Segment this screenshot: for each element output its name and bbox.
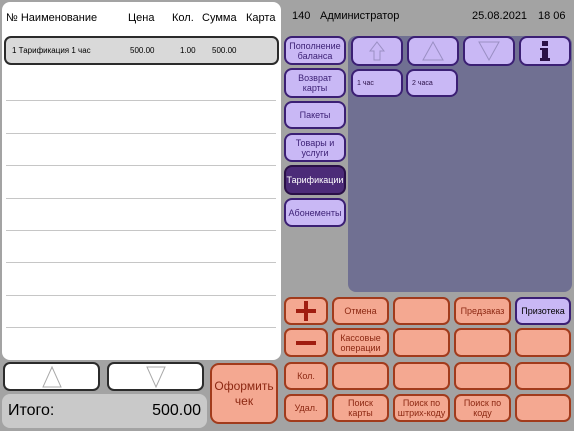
search-card-button[interactable]: Поиск карты [332,394,389,422]
total-label: Итого: [8,402,55,419]
search-barcode-button[interactable]: Поиск по штрих-коду [393,394,450,422]
product-up-button[interactable] [407,36,459,66]
search-code-button[interactable]: Поиск по коду [454,394,511,422]
empty-action-button[interactable] [515,362,571,390]
receipt-panel: № Наименование Цена Кол. Сумма Карта 1 Т… [2,2,281,360]
col-header-qty: Кол. [172,12,194,24]
empty-action-button[interactable] [515,328,571,357]
table-row[interactable]: 1 Тарификация 1 час 500.00 1.00 500.00 [4,36,279,65]
category-card-return[interactable]: Возврат карты [284,68,346,98]
total-bar: Итого: 500.00 [2,394,207,428]
time: 18 06 [538,10,566,22]
checkout-button[interactable]: Оформить чек [210,363,278,424]
scroll-up-button[interactable] [3,362,100,391]
terminal-number: 140 [292,10,311,22]
minus-button[interactable] [284,328,328,357]
arrow-down-icon [478,41,500,61]
category-tariffs[interactable]: Тарификации [284,165,346,195]
arrow-up-icon [369,41,385,61]
product-down-button[interactable] [463,36,515,66]
date: 25.08.2021 [472,10,528,22]
minus-icon [296,340,316,345]
preorder-button[interactable]: Предзаказ [454,297,511,325]
empty-action-button[interactable] [454,362,511,390]
empty-action-button[interactable] [515,394,571,422]
cancel-button[interactable]: Отмена [332,297,389,325]
info-button[interactable] [519,36,571,66]
row-divider [6,100,276,101]
arrow-down-icon [145,366,166,388]
info-icon [540,41,550,61]
product-2-hours[interactable]: 2 часа [406,69,458,97]
col-header-no-name: № Наименование [6,12,98,24]
quantity-button[interactable]: Кол. [284,362,328,390]
row-name: 1 Тарификация 1 час [12,46,91,55]
row-divider [6,262,276,263]
empty-action-button[interactable] [454,328,511,357]
empty-action-button[interactable] [393,362,450,390]
arrow-up-icon [422,41,444,61]
prize-shop-button[interactable]: Призотека [515,297,571,325]
delete-button[interactable]: Удал. [284,394,328,422]
category-subscriptions[interactable]: Абонементы [284,198,346,227]
row-price: 500.00 [130,46,155,55]
col-header-sum: Сумма [202,12,237,24]
plus-icon [296,301,316,321]
row-qty: 1.00 [180,46,196,55]
product-page-up-button[interactable] [351,36,403,66]
category-packages[interactable]: Пакеты [284,101,346,129]
empty-action-button[interactable] [393,328,450,357]
empty-action-button[interactable] [393,297,450,325]
user-name: Администратор [320,10,400,22]
row-divider [6,295,276,296]
total-value: 500.00 [152,402,201,419]
product-1-hour[interactable]: 1 час [351,69,403,97]
arrow-up-icon [41,365,62,387]
category-balance-topup[interactable]: Пополнение баланса [284,36,346,65]
plus-button[interactable] [284,297,328,325]
scroll-down-button[interactable] [107,362,204,391]
row-divider [6,133,276,134]
row-divider [6,165,276,166]
row-divider [6,327,276,328]
col-header-price: Цена [128,12,155,24]
category-goods-services[interactable]: Товары и услуги [284,133,346,162]
cash-operations-button[interactable]: Кассовые операции [332,328,389,357]
empty-action-button[interactable] [332,362,389,390]
row-sum: 500.00 [212,46,237,55]
row-divider [6,230,276,231]
row-divider [6,198,276,199]
col-header-card: Карта [246,12,276,24]
